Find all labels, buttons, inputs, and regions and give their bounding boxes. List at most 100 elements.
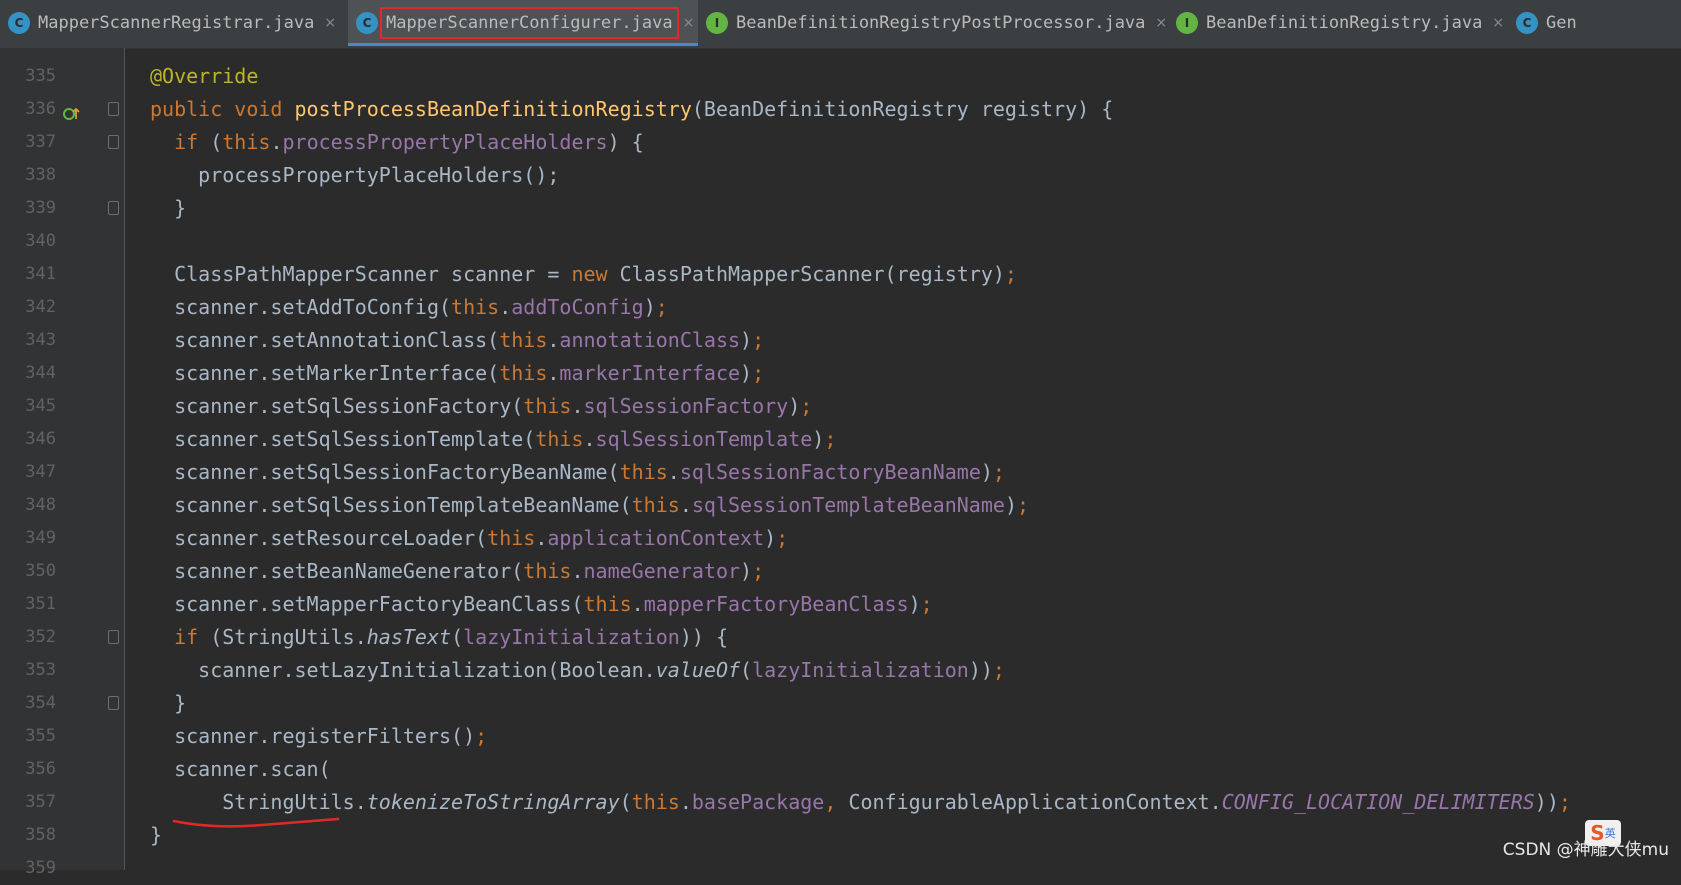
code-text: scanner.setSqlSessionFactoryBeanName(thi… [150, 456, 1005, 489]
code-line[interactable]: 338 processPropertyPlaceHolders(); [0, 159, 1681, 192]
tab-label: MapperScannerConfigurer.java [386, 13, 673, 33]
code-line[interactable]: 347 scanner.setSqlSessionFactoryBeanName… [0, 456, 1681, 489]
code-line[interactable]: 346 scanner.setSqlSessionTemplate(this.s… [0, 423, 1681, 456]
fold-marker-icon[interactable] [108, 135, 119, 149]
line-number: 335 [0, 60, 56, 93]
fold-marker-icon[interactable] [108, 102, 119, 116]
tab-bean-definition-registry[interactable]: IBeanDefinitionRegistry.java× [1168, 0, 1508, 46]
line-number: 342 [0, 291, 56, 324]
code-text: } [150, 192, 186, 225]
override-marker-icon[interactable] [62, 101, 80, 119]
code-line[interactable]: 345 scanner.setSqlSessionFactory(this.sq… [0, 390, 1681, 423]
code-token: public void [150, 97, 295, 121]
code-token: ; [776, 526, 788, 550]
code-token: sqlSessionTemplateBeanName [692, 493, 1005, 517]
code-line[interactable]: 357 StringUtils.tokenizeToStringArray(th… [0, 786, 1681, 819]
code-token: . [680, 790, 692, 814]
code-line[interactable]: 355 scanner.registerFilters(); [0, 720, 1681, 753]
code-text: scanner.scan( [150, 753, 331, 786]
line-number: 359 [0, 852, 56, 885]
code-token: ) [812, 427, 824, 451]
code-token: ( [210, 130, 222, 154]
close-icon[interactable]: × [324, 15, 336, 31]
tab-bean-definition-registry-post-processor[interactable]: IBeanDefinitionRegistryPostProcessor.jav… [698, 0, 1166, 46]
code-token: ; [993, 460, 1005, 484]
fold-marker-icon[interactable] [108, 696, 119, 710]
code-text: scanner.setSqlSessionTemplate(this.sqlSe… [150, 423, 836, 456]
tab-gen[interactable]: CGen [1508, 0, 1681, 46]
fold-marker-icon[interactable] [108, 201, 119, 215]
line-number: 344 [0, 357, 56, 390]
code-token: valueOf [656, 658, 740, 682]
tab-mapper-scanner-registrar[interactable]: CMapperScannerRegistrar.java× [0, 0, 340, 46]
close-icon[interactable]: × [683, 15, 695, 31]
editor-tab-bar: CMapperScannerRegistrar.java×CMapperScan… [0, 0, 1681, 49]
code-token: ; [800, 394, 812, 418]
code-line[interactable]: 353 scanner.setLazyInitialization(Boolea… [0, 654, 1681, 687]
code-token: ; [752, 328, 764, 352]
code-token: ( [620, 790, 632, 814]
code-token: (BeanDefinitionRegistry registry) { [692, 97, 1113, 121]
code-token: )) { [680, 625, 728, 649]
code-token: ; [1559, 790, 1571, 814]
line-number: 337 [0, 126, 56, 159]
code-line[interactable]: 349 scanner.setResourceLoader(this.appli… [0, 522, 1681, 555]
code-token: sqlSessionTemplate [596, 427, 813, 451]
code-token: ; [656, 295, 668, 319]
code-token: ; [1017, 493, 1029, 517]
code-line[interactable]: 342 scanner.setAddToConfig(this.addToCon… [0, 291, 1681, 324]
code-editor[interactable]: 335@Override336public void postProcessBe… [0, 48, 1681, 870]
code-token: ClassPathMapperScanner scanner = [150, 262, 571, 286]
line-number: 352 [0, 621, 56, 654]
code-line[interactable]: 335@Override [0, 60, 1681, 93]
code-token: lazyInitialization [752, 658, 969, 682]
interface-icon: I [706, 12, 728, 34]
tab-label: MapperScannerRegistrar.java [38, 13, 314, 33]
code-line[interactable]: 352 if (StringUtils.hasText(lazyInitiali… [0, 621, 1681, 654]
code-token: this [632, 493, 680, 517]
code-line[interactable]: 351 scanner.setMapperFactoryBeanClass(th… [0, 588, 1681, 621]
code-text: StringUtils.tokenizeToStringArray(this.b… [150, 786, 1571, 819]
code-token: processPropertyPlaceHolders [282, 130, 607, 154]
code-line[interactable]: 339 } [0, 192, 1681, 225]
interface-icon: I [1176, 12, 1198, 34]
tab-mapper-scanner-configurer[interactable]: CMapperScannerConfigurer.java× [348, 0, 698, 46]
line-number: 345 [0, 390, 56, 423]
code-text: scanner.setResourceLoader(this.applicati… [150, 522, 788, 555]
code-line[interactable]: 356 scanner.scan( [0, 753, 1681, 786]
code-text: if (this.processPropertyPlaceHolders) { [150, 126, 644, 159]
fold-marker-icon[interactable] [108, 630, 119, 644]
code-line[interactable]: 337 if (this.processPropertyPlaceHolders… [0, 126, 1681, 159]
code-token: . [680, 493, 692, 517]
line-number: 353 [0, 654, 56, 687]
code-token: )) [969, 658, 993, 682]
code-token: this [583, 592, 631, 616]
code-token: addToConfig [511, 295, 643, 319]
code-token: ) [740, 559, 752, 583]
code-token: . [668, 460, 680, 484]
code-line[interactable]: 344 scanner.setMarkerInterface(this.mark… [0, 357, 1681, 390]
close-icon[interactable]: × [1155, 15, 1167, 31]
code-token: ) [740, 361, 752, 385]
line-number: 351 [0, 588, 56, 621]
line-number: 350 [0, 555, 56, 588]
hand-drawn-underline [172, 817, 342, 829]
code-line[interactable]: 354 } [0, 687, 1681, 720]
code-line[interactable]: 340 [0, 225, 1681, 258]
code-line[interactable]: 350 scanner.setBeanNameGenerator(this.na… [0, 555, 1681, 588]
code-token: ; [993, 658, 1005, 682]
code-line[interactable]: 359 [0, 852, 1681, 885]
code-line[interactable]: 348 scanner.setSqlSessionTemplateBeanNam… [0, 489, 1681, 522]
code-line[interactable]: 341 ClassPathMapperScanner scanner = new… [0, 258, 1681, 291]
code-token: hasText [367, 625, 451, 649]
close-icon[interactable]: × [1492, 15, 1504, 31]
code-token: sqlSessionFactoryBeanName [680, 460, 981, 484]
code-text: scanner.registerFilters(); [150, 720, 487, 753]
code-token: scanner.setBeanNameGenerator( [150, 559, 523, 583]
code-line[interactable]: 336public void postProcessBeanDefinition… [0, 93, 1681, 126]
line-number: 358 [0, 819, 56, 852]
code-token: . [632, 592, 644, 616]
code-token: ( [451, 625, 463, 649]
code-line[interactable]: 343 scanner.setAnnotationClass(this.anno… [0, 324, 1681, 357]
code-token: processPropertyPlaceHolders(); [150, 163, 559, 187]
